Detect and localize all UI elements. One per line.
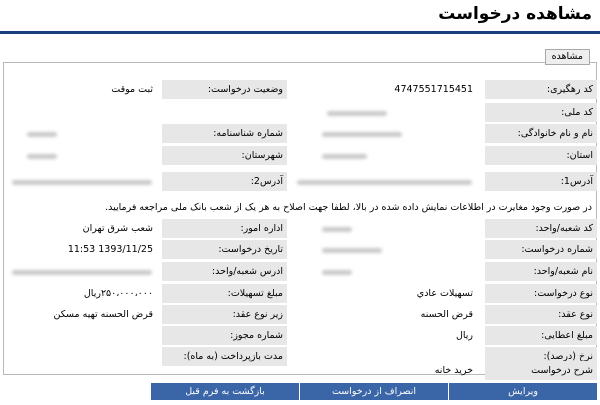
row-description: شرح درخواست خرید خانه <box>3 361 597 380</box>
row-request-number: شماره درخواست: تاریخ درخواست: 1393/11/25… <box>3 240 597 259</box>
action-buttons: ویرایش انصراف از درخواست بازگشت به فرم ق… <box>150 383 597 400</box>
branch-name-label: نام شعبه/واحد: <box>485 262 597 281</box>
amount-label: مبلغ تسهیلات: <box>162 284 287 303</box>
row-contract-type: نوع عقد: قرض الحسنه زیر نوع عقد: قرض الح… <box>3 305 597 324</box>
redacted-branch-address <box>12 270 152 275</box>
province-label: استان: <box>485 146 597 165</box>
address1-label: آدرس1: <box>485 172 597 191</box>
amount-value: ۲۵۰،۰۰۰،۰۰۰ریال <box>83 288 153 299</box>
tracking-code-label: کد رهگیری: <box>485 80 597 99</box>
title-divider <box>0 31 600 34</box>
row-name: نام و نام خانوادگی: شماره شناسنامه: <box>3 124 597 143</box>
request-number-label: شماره درخواست: <box>485 240 597 259</box>
redacted-branch-name <box>322 270 352 275</box>
row-province: استان: شهرستان: <box>3 146 597 165</box>
cancel-request-button[interactable]: انصراف از درخواست <box>299 383 448 400</box>
row-address: آدرس1: آدرس2: <box>3 172 597 191</box>
request-type-label: نوع درخواست: <box>485 284 597 303</box>
row-branch-code: کد شعبه/واحد: اداره امور: شعب شرق تهران <box>3 219 597 238</box>
redacted-id-number <box>27 132 57 137</box>
sub-contract-label: زیر نوع عقد: <box>162 305 287 324</box>
address2-label: آدرس2: <box>162 172 287 191</box>
back-button[interactable]: بازگشت به فرم قبل <box>150 383 299 400</box>
branch-code-label: کد شعبه/واحد: <box>485 219 597 238</box>
national-id-label: کد ملی: <box>485 103 597 122</box>
tab-view[interactable]: مشاهده <box>544 49 590 65</box>
row-granted-amount: مبلغ اعطایی: ریال شماره مجوز: <box>3 326 597 345</box>
edit-button[interactable]: ویرایش <box>448 383 597 400</box>
redacted-address2 <box>12 180 152 185</box>
sub-contract-value: قرض الحسنه تهیه مسکن <box>53 309 153 320</box>
row-request-type: نوع درخواست: تسهیلات عادي مبلغ تسهیلات: … <box>3 284 597 303</box>
granted-amount-value: ریال <box>455 330 473 341</box>
redacted-address1 <box>297 180 472 185</box>
redacted-city <box>27 154 57 159</box>
request-date-value: 1393/11/25 11:53 <box>67 244 153 255</box>
row-branch-name: نام شعبه/واحد: ادرس شعبه/واحد: <box>3 262 597 281</box>
contract-type-label: نوع عقد: <box>485 305 597 324</box>
info-note: در صورت وجود مغایرت در اطلاعات نمایش داد… <box>105 202 592 213</box>
tracking-code-value: 4747551715451 <box>394 84 473 95</box>
row-national-id: کد ملی: <box>3 103 597 122</box>
request-date-label: تاریخ درخواست: <box>162 240 287 259</box>
redacted-branch-code <box>322 227 352 232</box>
description-value: خرید خانه <box>434 365 473 376</box>
description-label: شرح درخواست <box>485 361 597 380</box>
contract-type-value: قرض الحسنه <box>420 309 473 320</box>
redacted-name <box>322 132 402 137</box>
redacted-province <box>322 154 367 159</box>
id-number-label: شماره شناسنامه: <box>162 124 287 143</box>
status-label: وضعیت درخواست: <box>162 80 287 99</box>
permit-number-label: شماره مجوز: <box>162 326 287 345</box>
redacted-request-number <box>322 248 382 253</box>
name-label: نام و نام خانوادگی: <box>485 124 597 143</box>
redacted-national-id <box>327 111 387 116</box>
affairs-label: اداره امور: <box>162 219 287 238</box>
city-label: شهرستان: <box>162 146 287 165</box>
status-value: ثبت موقت <box>111 84 153 95</box>
request-type-value: تسهیلات عادي <box>416 288 473 299</box>
page-title: مشاهده درخواست <box>438 4 592 24</box>
granted-amount-label: مبلغ اعطایی: <box>485 326 597 345</box>
branch-address-label: ادرس شعبه/واحد: <box>162 262 287 281</box>
row-tracking: کد رهگیری: 4747551715451 وضعیت درخواست: … <box>3 80 597 99</box>
affairs-value: شعب شرق تهران <box>82 223 153 234</box>
